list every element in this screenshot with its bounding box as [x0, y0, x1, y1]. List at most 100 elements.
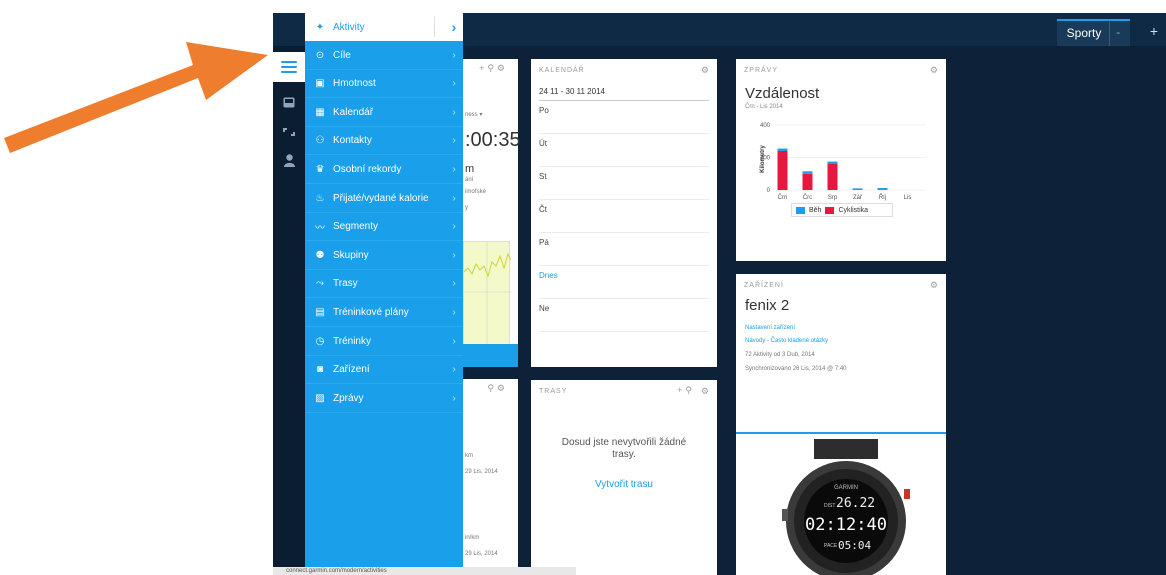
card-title: TRASY: [539, 388, 568, 395]
main-navigation-menu: ✦ Aktivity › ⊙ Cíle › ▣ Hmotnost › ▦ Kalendář › ⚇ Kon…: [305, 13, 463, 575]
y-axis-label: Kilometry: [760, 145, 766, 173]
chevron-right-icon[interactable]: ›: [445, 393, 463, 404]
y-tick-label: 0: [767, 188, 771, 194]
add-tab-button[interactable]: +: [1150, 23, 1158, 39]
menu-item-label: Zařízení: [333, 364, 370, 376]
menu-item-label: Segmenty: [333, 221, 379, 233]
card-tools: ⚲⚙: [487, 383, 508, 394]
menu-item-kontakty[interactable]: ⚇ Kontakty ›: [305, 127, 463, 156]
device-name: fenix 2: [745, 297, 790, 314]
bar-cycling: [827, 164, 838, 190]
chevron-right-icon[interactable]: ›: [445, 50, 463, 61]
menu-item-segmenty[interactable]: 〰 Segmenty ›: [305, 213, 463, 242]
calendar-day[interactable]: Út: [539, 134, 709, 167]
partial-date: 29 Lis, 2014: [465, 469, 498, 475]
chevron-right-icon[interactable]: ›: [445, 307, 463, 318]
menu-item-tréninky[interactable]: ◷ Tréninky ›: [305, 328, 463, 356]
gear-icon[interactable]: ⚙: [930, 280, 938, 291]
search-icon[interactable]: ⚲: [685, 385, 695, 395]
menu-item-zprávy[interactable]: ▨ Zprávy ›: [305, 385, 463, 413]
y-tick-label: 400: [760, 123, 771, 129]
device-settings-link[interactable]: Nastavení zařízení: [745, 325, 795, 331]
menu-item-label: Tréninky: [333, 335, 371, 347]
bar-run: [802, 171, 813, 174]
calendar-day[interactable]: Ne: [539, 299, 709, 332]
device-icon: ◙: [316, 364, 324, 376]
x-tick-label: Říj: [879, 193, 886, 201]
menu-item-label: Osobní rekordy: [333, 164, 402, 175]
legend-label-cycling: Cyklistika: [838, 206, 869, 214]
chevron-right-icon[interactable]: ›: [445, 107, 463, 118]
menu-item-aktivity[interactable]: ✦ Aktivity ›: [305, 13, 463, 41]
chevron-right-icon[interactable]: ›: [445, 193, 463, 204]
divider: [434, 17, 435, 37]
watch-pace-label: PACE: [824, 543, 838, 549]
watch-brand-text: GARMIN: [834, 485, 858, 491]
card-footer-bar: [463, 344, 518, 367]
menu-item-cíle[interactable]: ⊙ Cíle ›: [305, 42, 463, 70]
menu-item-label: Trasy: [333, 278, 358, 290]
activity-card-partial: +⚲⚙ ness ▾ :00:35 m ání imořské y: [463, 59, 521, 367]
menu-item-skupiny[interactable]: ⚉ Skupiny ›: [305, 242, 463, 270]
chevron-right-icon[interactable]: ›: [445, 364, 463, 375]
expand-arrows-icon[interactable]: [273, 118, 305, 146]
tab-label: Sporty: [1066, 26, 1102, 40]
device-activity-count: 72 Aktivity od 3 Dub, 2014: [745, 352, 815, 358]
menu-item-trasy[interactable]: ⤳ Trasy ›: [305, 270, 463, 299]
chevron-right-icon[interactable]: ›: [445, 278, 463, 289]
hamburger-menu-icon[interactable]: [273, 52, 305, 82]
bar-run: [852, 188, 863, 190]
routes-empty-message: Dosud jste nevytvořili žádné trasy.: [561, 437, 687, 460]
chevron-right-icon[interactable]: ›: [445, 135, 463, 146]
calendar-day[interactable]: Čt: [539, 200, 709, 233]
calendar-day[interactable]: St: [539, 167, 709, 200]
chart-legend[interactable]: Běh Cyklistika: [791, 203, 893, 217]
menu-item-label: Cíle: [333, 49, 351, 61]
gear-icon[interactable]: ⚙: [930, 65, 938, 76]
gear-icon[interactable]: ⚙: [497, 383, 508, 393]
segments-icon: 〰: [315, 223, 325, 235]
partial-date: 29 Lis, 2014: [465, 551, 498, 557]
user-profile-icon[interactable]: [273, 146, 305, 174]
gear-icon[interactable]: ⚙: [701, 65, 709, 76]
calendar-day[interactable]: Po: [539, 101, 709, 134]
partial-text: y: [465, 205, 468, 211]
tab-menu-toggle[interactable]: -: [1109, 21, 1120, 46]
gear-icon[interactable]: ⚙: [701, 386, 709, 397]
calendar-day[interactable]: Pá: [539, 233, 709, 266]
tab-sporty[interactable]: Sporty -: [1056, 19, 1130, 46]
menu-item-kalendář[interactable]: ▦ Kalendář ›: [305, 99, 463, 127]
device-faq-link[interactable]: Návody - Často kladené otázky: [745, 338, 828, 344]
bar-cycling: [777, 151, 788, 190]
chevron-right-icon[interactable]: ›: [445, 78, 463, 89]
menu-item-osobní-rekordy[interactable]: ♛ Osobní rekordy ›: [305, 156, 463, 184]
create-route-link[interactable]: Vytvořit trasu: [551, 479, 697, 490]
x-tick-label: Zář: [853, 195, 863, 201]
menu-item-hmotnost[interactable]: ▣ Hmotnost ›: [305, 70, 463, 99]
chevron-right-icon[interactable]: ›: [445, 19, 463, 35]
chevron-right-icon[interactable]: ›: [445, 164, 463, 175]
partial-text: in/km: [465, 535, 480, 541]
menu-item-zařízení[interactable]: ◙ Zařízení ›: [305, 356, 463, 385]
search-icon[interactable]: ⚲: [487, 63, 497, 73]
device-sync-status: Synchronizováno 26 Lis, 2014 @ 7:40: [745, 366, 847, 372]
x-tick-label: Lis: [904, 195, 912, 201]
watch-dist-label: DIST: [824, 503, 835, 509]
partial-text: imořské: [465, 189, 487, 195]
routes-icon: ⤳: [316, 278, 324, 290]
card-title: KALENDÁŘ: [539, 67, 585, 74]
menu-item-přijaté-vydané-kalorie[interactable]: ♨ Přijaté/vydané kalorie ›: [305, 185, 463, 213]
calendar-day-today[interactable]: Dnes: [539, 266, 709, 299]
menu-item-tréninkové-plány[interactable]: ▤ Tréninkové plány ›: [305, 299, 463, 327]
chevron-right-icon[interactable]: ›: [445, 336, 463, 347]
menu-item-label: Skupiny: [333, 249, 369, 261]
search-icon[interactable]: ⚲: [487, 383, 497, 393]
inbox-icon[interactable]: [273, 88, 305, 116]
report-heading: Vzdálenost: [745, 85, 820, 102]
bar-run: [827, 161, 838, 164]
routes-card: TRASY +⚲ ⚙ Dosud jste nevytvořili žádné …: [531, 380, 717, 575]
contacts-icon: ⚇: [315, 135, 325, 147]
gear-icon[interactable]: ⚙: [497, 63, 508, 73]
chevron-right-icon[interactable]: ›: [445, 250, 463, 261]
chevron-right-icon[interactable]: ›: [445, 221, 463, 232]
